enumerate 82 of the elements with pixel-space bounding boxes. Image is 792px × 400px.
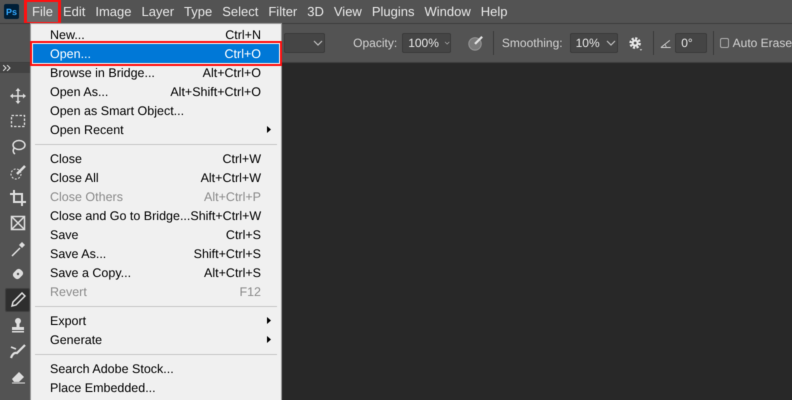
menu-item-label: Save As...: [50, 246, 106, 260]
opacity-field[interactable]: 100%: [402, 33, 452, 53]
menu-item-label: Open Recent: [50, 122, 124, 136]
menu-title[interactable]: Layer: [136, 2, 180, 22]
menu-item-label: Close: [50, 152, 82, 166]
stamp-icon: [10, 317, 26, 334]
crop-icon: [10, 190, 26, 206]
menu-item-label: Save a Copy...: [50, 266, 132, 280]
menu-item[interactable]: Browse in Bridge... Alt+Ctrl+O: [33, 63, 279, 82]
expand-icon[interactable]: [3, 65, 11, 71]
menu-title[interactable]: Plugins: [366, 2, 420, 22]
menu-item-label: Close Others: [50, 190, 123, 204]
shortcut-label: Ctrl+N: [225, 28, 261, 42]
shortcut-label: Shift+Ctrl+W: [190, 208, 262, 222]
tool-button[interactable]: [5, 288, 30, 312]
eyedropper-icon: [10, 240, 26, 257]
smoothing-field[interactable]: 10%: [570, 33, 618, 53]
shortcut-label: Alt+Ctrl+P: [204, 190, 261, 204]
marquee-icon: [10, 113, 26, 130]
shortcut-label: Ctrl+O: [224, 46, 261, 60]
shortcut-label: Alt+Ctrl+O: [202, 66, 261, 80]
menu-title[interactable]: Filter: [263, 2, 302, 22]
menu-item[interactable]: Open as Smart Object...: [33, 101, 279, 120]
angle-field[interactable]: 0°: [675, 33, 707, 53]
frame-icon: [10, 215, 26, 232]
smoothing-label: Smoothing:: [502, 36, 563, 50]
brush-icon: [10, 342, 26, 359]
menu-item[interactable]: Generate: [33, 330, 279, 349]
shortcut-label: F12: [239, 284, 261, 298]
menu-item[interactable]: Save Ctrl+S: [33, 225, 279, 244]
menu-item[interactable]: Export: [33, 311, 279, 330]
shortcut-label: Ctrl+S: [226, 228, 261, 242]
menu-title[interactable]: Image: [90, 2, 136, 22]
menu-item-label: Close and Go to Bridge...: [50, 208, 190, 222]
shortcut-label: Shift+Ctrl+S: [194, 246, 261, 260]
angle-icon: [660, 38, 672, 48]
menu-title[interactable]: Select: [217, 2, 264, 22]
menu-item-label: New...: [50, 28, 85, 42]
menu-item[interactable]: New... Ctrl+N: [33, 25, 279, 44]
menu-item-label: Close All: [50, 170, 99, 184]
menu-item-label: Revert: [50, 284, 87, 298]
brush-pressure-icon[interactable]: [467, 33, 485, 53]
menu-item[interactable]: Close and Go to Bridge...Shift+Ctrl+W: [33, 206, 279, 225]
menu-item-label: Save: [50, 228, 78, 242]
menu-title[interactable]: Window: [419, 2, 476, 22]
menu-title[interactable]: View: [328, 2, 367, 22]
menu-item-label: Place Embedded...: [50, 380, 156, 394]
menu-item-label: Open as Smart Object...: [50, 104, 184, 118]
menu-item[interactable]: Open Recent: [33, 120, 279, 139]
checkbox[interactable]: [720, 38, 729, 48]
dropdown-field[interactable]: [284, 33, 326, 53]
menu-item-label: Export: [50, 314, 86, 328]
menu-item-label: Search Adobe Stock...: [50, 362, 174, 376]
shortcut-label: Ctrl+W: [222, 152, 261, 166]
menu-item[interactable]: Close All Alt+Ctrl+W: [33, 168, 279, 187]
menu-item[interactable]: Save a Copy... Alt+Ctrl+S: [33, 263, 279, 282]
menu-item-label: Generate: [50, 332, 102, 346]
menu-item-label: Open As...: [50, 84, 108, 98]
app-logo: Ps: [4, 4, 19, 19]
shortcut-label: Alt+Ctrl+S: [204, 266, 261, 280]
shortcut-label: Alt+Ctrl+W: [200, 170, 261, 184]
pencil-icon: [10, 292, 26, 308]
menu-title[interactable]: File: [27, 2, 58, 22]
menu-title[interactable]: Type: [179, 2, 218, 22]
opacity-label: Opacity:: [353, 36, 398, 50]
menu-item[interactable]: Close Ctrl+W: [33, 149, 279, 168]
menu-title[interactable]: 3D: [302, 2, 329, 22]
menu-title[interactable]: Edit: [58, 2, 90, 22]
menu-item[interactable]: Open... Ctrl+O: [33, 44, 279, 63]
settings-icon[interactable]: [628, 34, 643, 52]
checkbox-label: Auto Erase: [732, 36, 792, 50]
lasso-icon: [10, 138, 26, 155]
menu-item-label: Browse in Bridge...: [50, 66, 155, 80]
shortcut-label: Alt+Shift+Ctrl+O: [170, 84, 261, 98]
menu-item-label: Open...: [50, 46, 91, 60]
move-icon: [10, 88, 26, 104]
menu-item[interactable]: Save As... Shift+Ctrl+S: [33, 244, 279, 263]
menu-item[interactable]: Open As... Alt+Shift+Ctrl+O: [33, 82, 279, 101]
menu-title[interactable]: Help: [476, 2, 512, 22]
menu-item[interactable]: Place Embedded...: [33, 378, 279, 397]
quick-selection-icon: [10, 164, 26, 180]
menu-item[interactable]: Search Adobe Stock...: [33, 359, 279, 378]
